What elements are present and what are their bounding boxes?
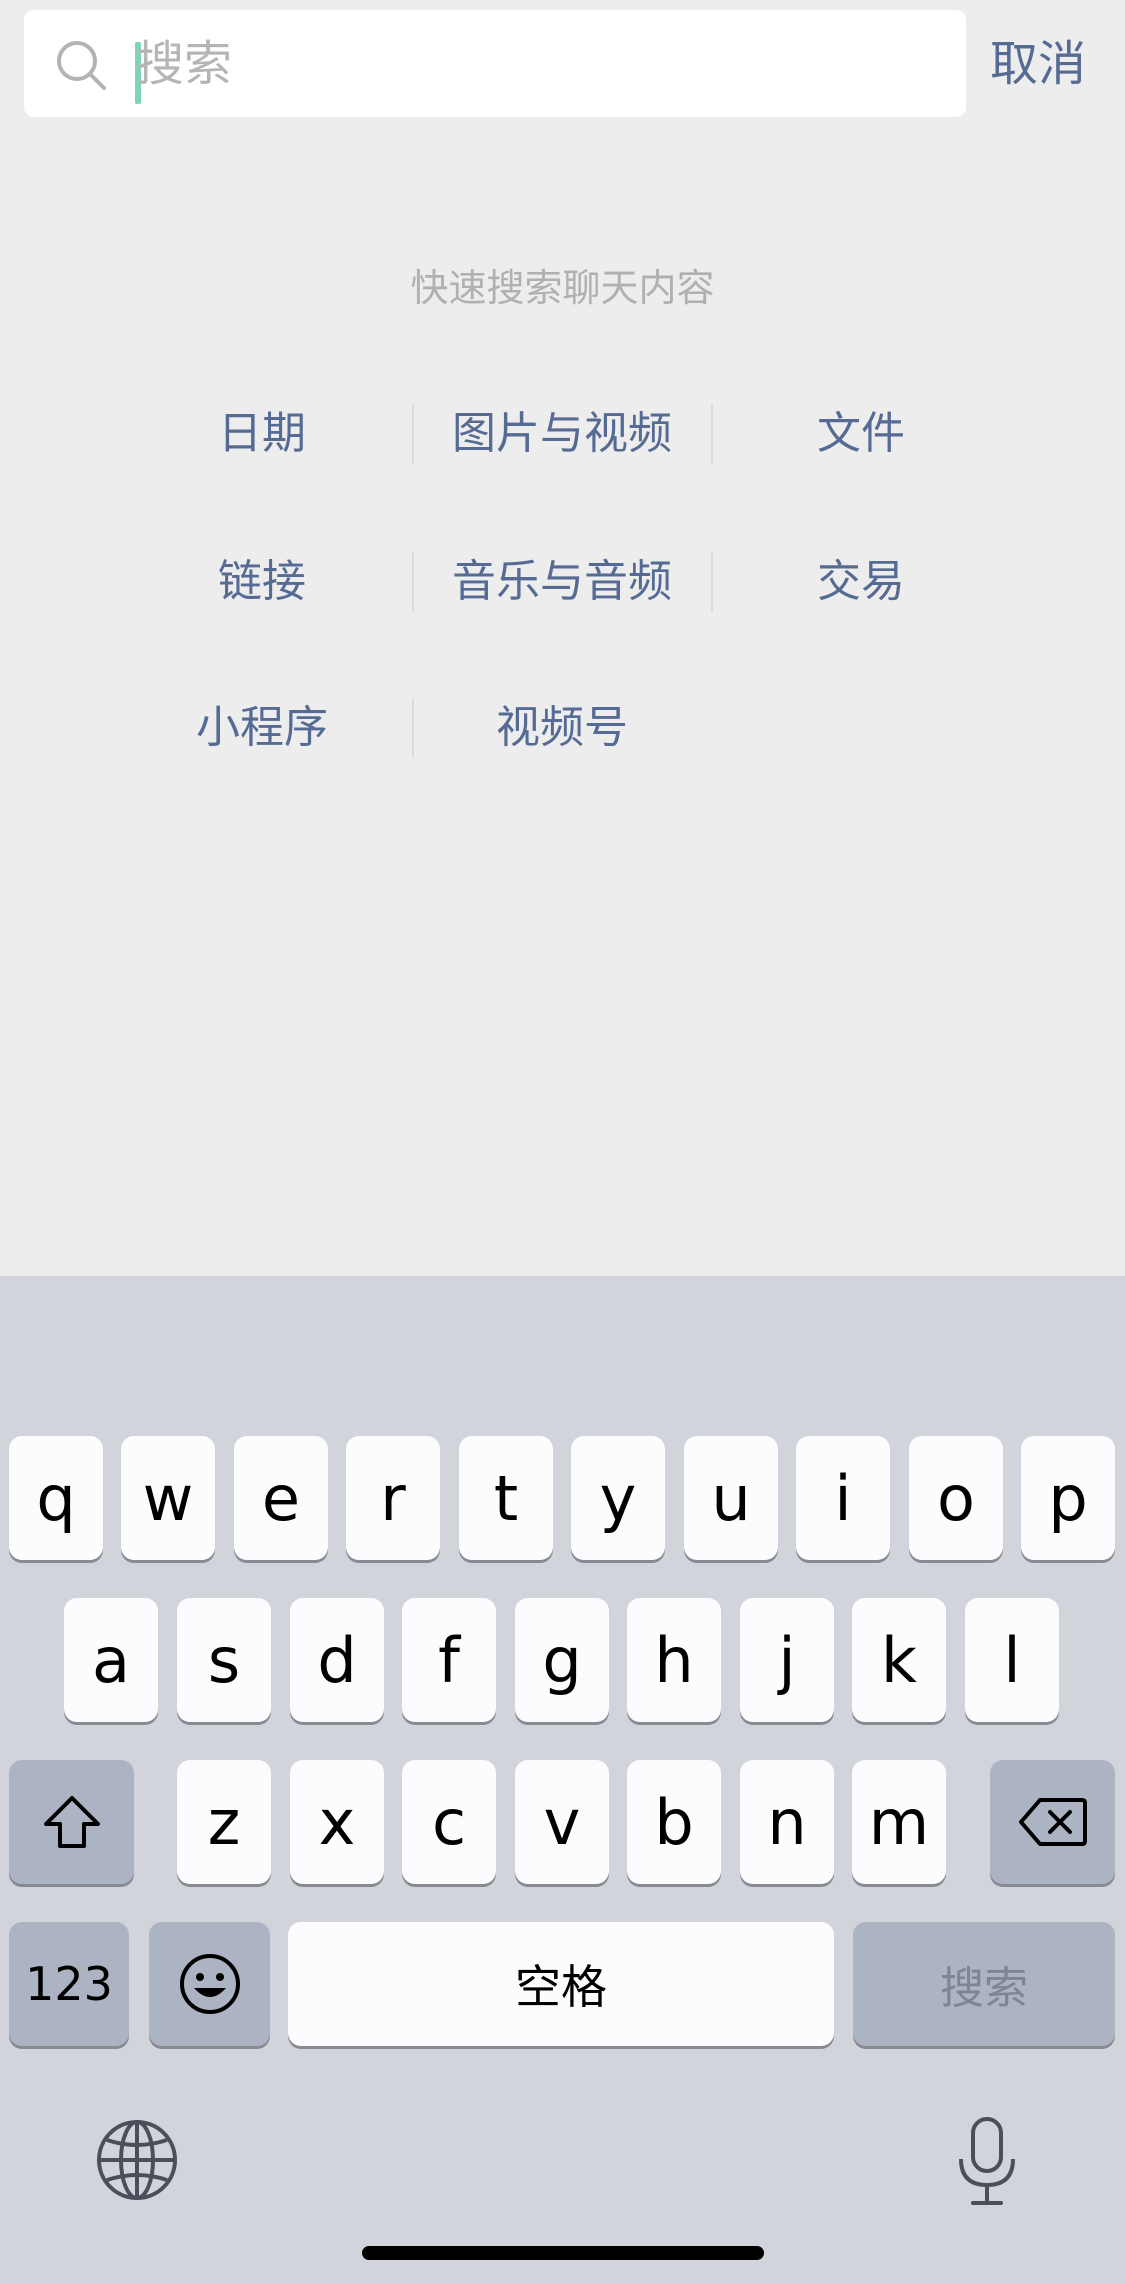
key-label: e xyxy=(261,1461,301,1535)
key-label: q xyxy=(36,1461,76,1535)
key-r[interactable]: r xyxy=(346,1436,440,1560)
category-transactions[interactable]: 交易 xyxy=(711,548,1011,616)
key-label: y xyxy=(599,1461,637,1535)
key-label: h xyxy=(654,1623,694,1697)
key-label: x xyxy=(318,1785,356,1859)
key-label: m xyxy=(868,1785,930,1859)
key-a[interactable]: a xyxy=(64,1598,158,1722)
shift-key[interactable] xyxy=(9,1760,134,1884)
key-x[interactable]: x xyxy=(290,1760,384,1884)
emoji-icon xyxy=(179,1954,240,2014)
category-links[interactable]: 链接 xyxy=(112,548,412,616)
key-e[interactable]: e xyxy=(234,1436,328,1560)
search-icon xyxy=(57,41,106,90)
key-label: n xyxy=(767,1785,807,1859)
key-u[interactable]: u xyxy=(684,1436,778,1560)
key-z[interactable]: z xyxy=(177,1760,271,1884)
key-label: s xyxy=(207,1623,241,1697)
key-label: c xyxy=(431,1785,467,1859)
numbers-key[interactable]: 123 xyxy=(9,1922,129,2046)
key-label: a xyxy=(92,1623,130,1697)
key-m[interactable]: m xyxy=(852,1760,946,1884)
key-label: i xyxy=(834,1461,852,1535)
key-label: z xyxy=(207,1785,241,1859)
space-key[interactable]: 空格 xyxy=(288,1922,834,2046)
cancel-button[interactable]: 取消 xyxy=(990,30,1110,98)
category-date[interactable]: 日期 xyxy=(112,400,412,468)
key-i[interactable]: i xyxy=(796,1436,890,1560)
microphone-icon[interactable] xyxy=(955,2115,1019,2207)
backspace-icon xyxy=(1018,1798,1087,1846)
category-channels[interactable]: 视频号 xyxy=(412,694,712,762)
key-label: v xyxy=(543,1785,581,1859)
key-o[interactable]: o xyxy=(909,1436,1003,1560)
search-key[interactable]: 搜索 xyxy=(853,1922,1115,2046)
category-music-audio[interactable]: 音乐与音频 xyxy=(412,548,712,616)
key-h[interactable]: h xyxy=(627,1598,721,1722)
key-t[interactable]: t xyxy=(459,1436,553,1560)
key-f[interactable]: f xyxy=(402,1598,496,1722)
key-d[interactable]: d xyxy=(290,1598,384,1722)
quick-search-hint: 快速搜索聊天内容 xyxy=(410,266,715,310)
key-b[interactable]: b xyxy=(627,1760,721,1884)
search-input[interactable] xyxy=(136,28,936,100)
key-label: j xyxy=(778,1623,796,1697)
key-label: k xyxy=(881,1623,917,1697)
key-s[interactable]: s xyxy=(177,1598,271,1722)
key-q[interactable]: q xyxy=(9,1436,103,1560)
key-g[interactable]: g xyxy=(515,1598,609,1722)
search-key-label: 搜索 xyxy=(940,1963,1028,2014)
key-label: t xyxy=(493,1461,519,1535)
key-y[interactable]: y xyxy=(571,1436,665,1560)
home-indicator xyxy=(362,2246,764,2260)
category-images-videos[interactable]: 图片与视频 xyxy=(412,400,712,468)
key-label: l xyxy=(1003,1623,1021,1697)
key-j[interactable]: j xyxy=(740,1598,834,1722)
category-files[interactable]: 文件 xyxy=(711,400,1011,468)
key-l[interactable]: l xyxy=(965,1598,1059,1722)
shift-icon xyxy=(43,1796,100,1848)
backspace-key[interactable] xyxy=(990,1760,1115,1884)
key-v[interactable]: v xyxy=(515,1760,609,1884)
key-label: r xyxy=(380,1461,406,1535)
key-c[interactable]: c xyxy=(402,1760,496,1884)
key-label: d xyxy=(317,1623,357,1697)
numbers-key-label: 123 xyxy=(25,1957,113,2011)
key-k[interactable]: k xyxy=(852,1598,946,1722)
key-n[interactable]: n xyxy=(740,1760,834,1884)
key-w[interactable]: w xyxy=(121,1436,215,1560)
space-key-label: 空格 xyxy=(515,1960,607,2014)
key-label: o xyxy=(937,1461,975,1535)
key-label: u xyxy=(711,1461,751,1535)
emoji-key[interactable] xyxy=(149,1922,270,2046)
key-label: w xyxy=(142,1461,194,1535)
key-label: p xyxy=(1048,1461,1088,1535)
key-label: g xyxy=(542,1623,582,1697)
globe-icon[interactable] xyxy=(95,2118,179,2202)
key-label: f xyxy=(438,1623,460,1697)
key-label: b xyxy=(654,1785,694,1859)
search-box[interactable] xyxy=(24,10,966,117)
category-mini-programs[interactable]: 小程序 xyxy=(112,694,412,762)
key-p[interactable]: p xyxy=(1021,1436,1115,1560)
